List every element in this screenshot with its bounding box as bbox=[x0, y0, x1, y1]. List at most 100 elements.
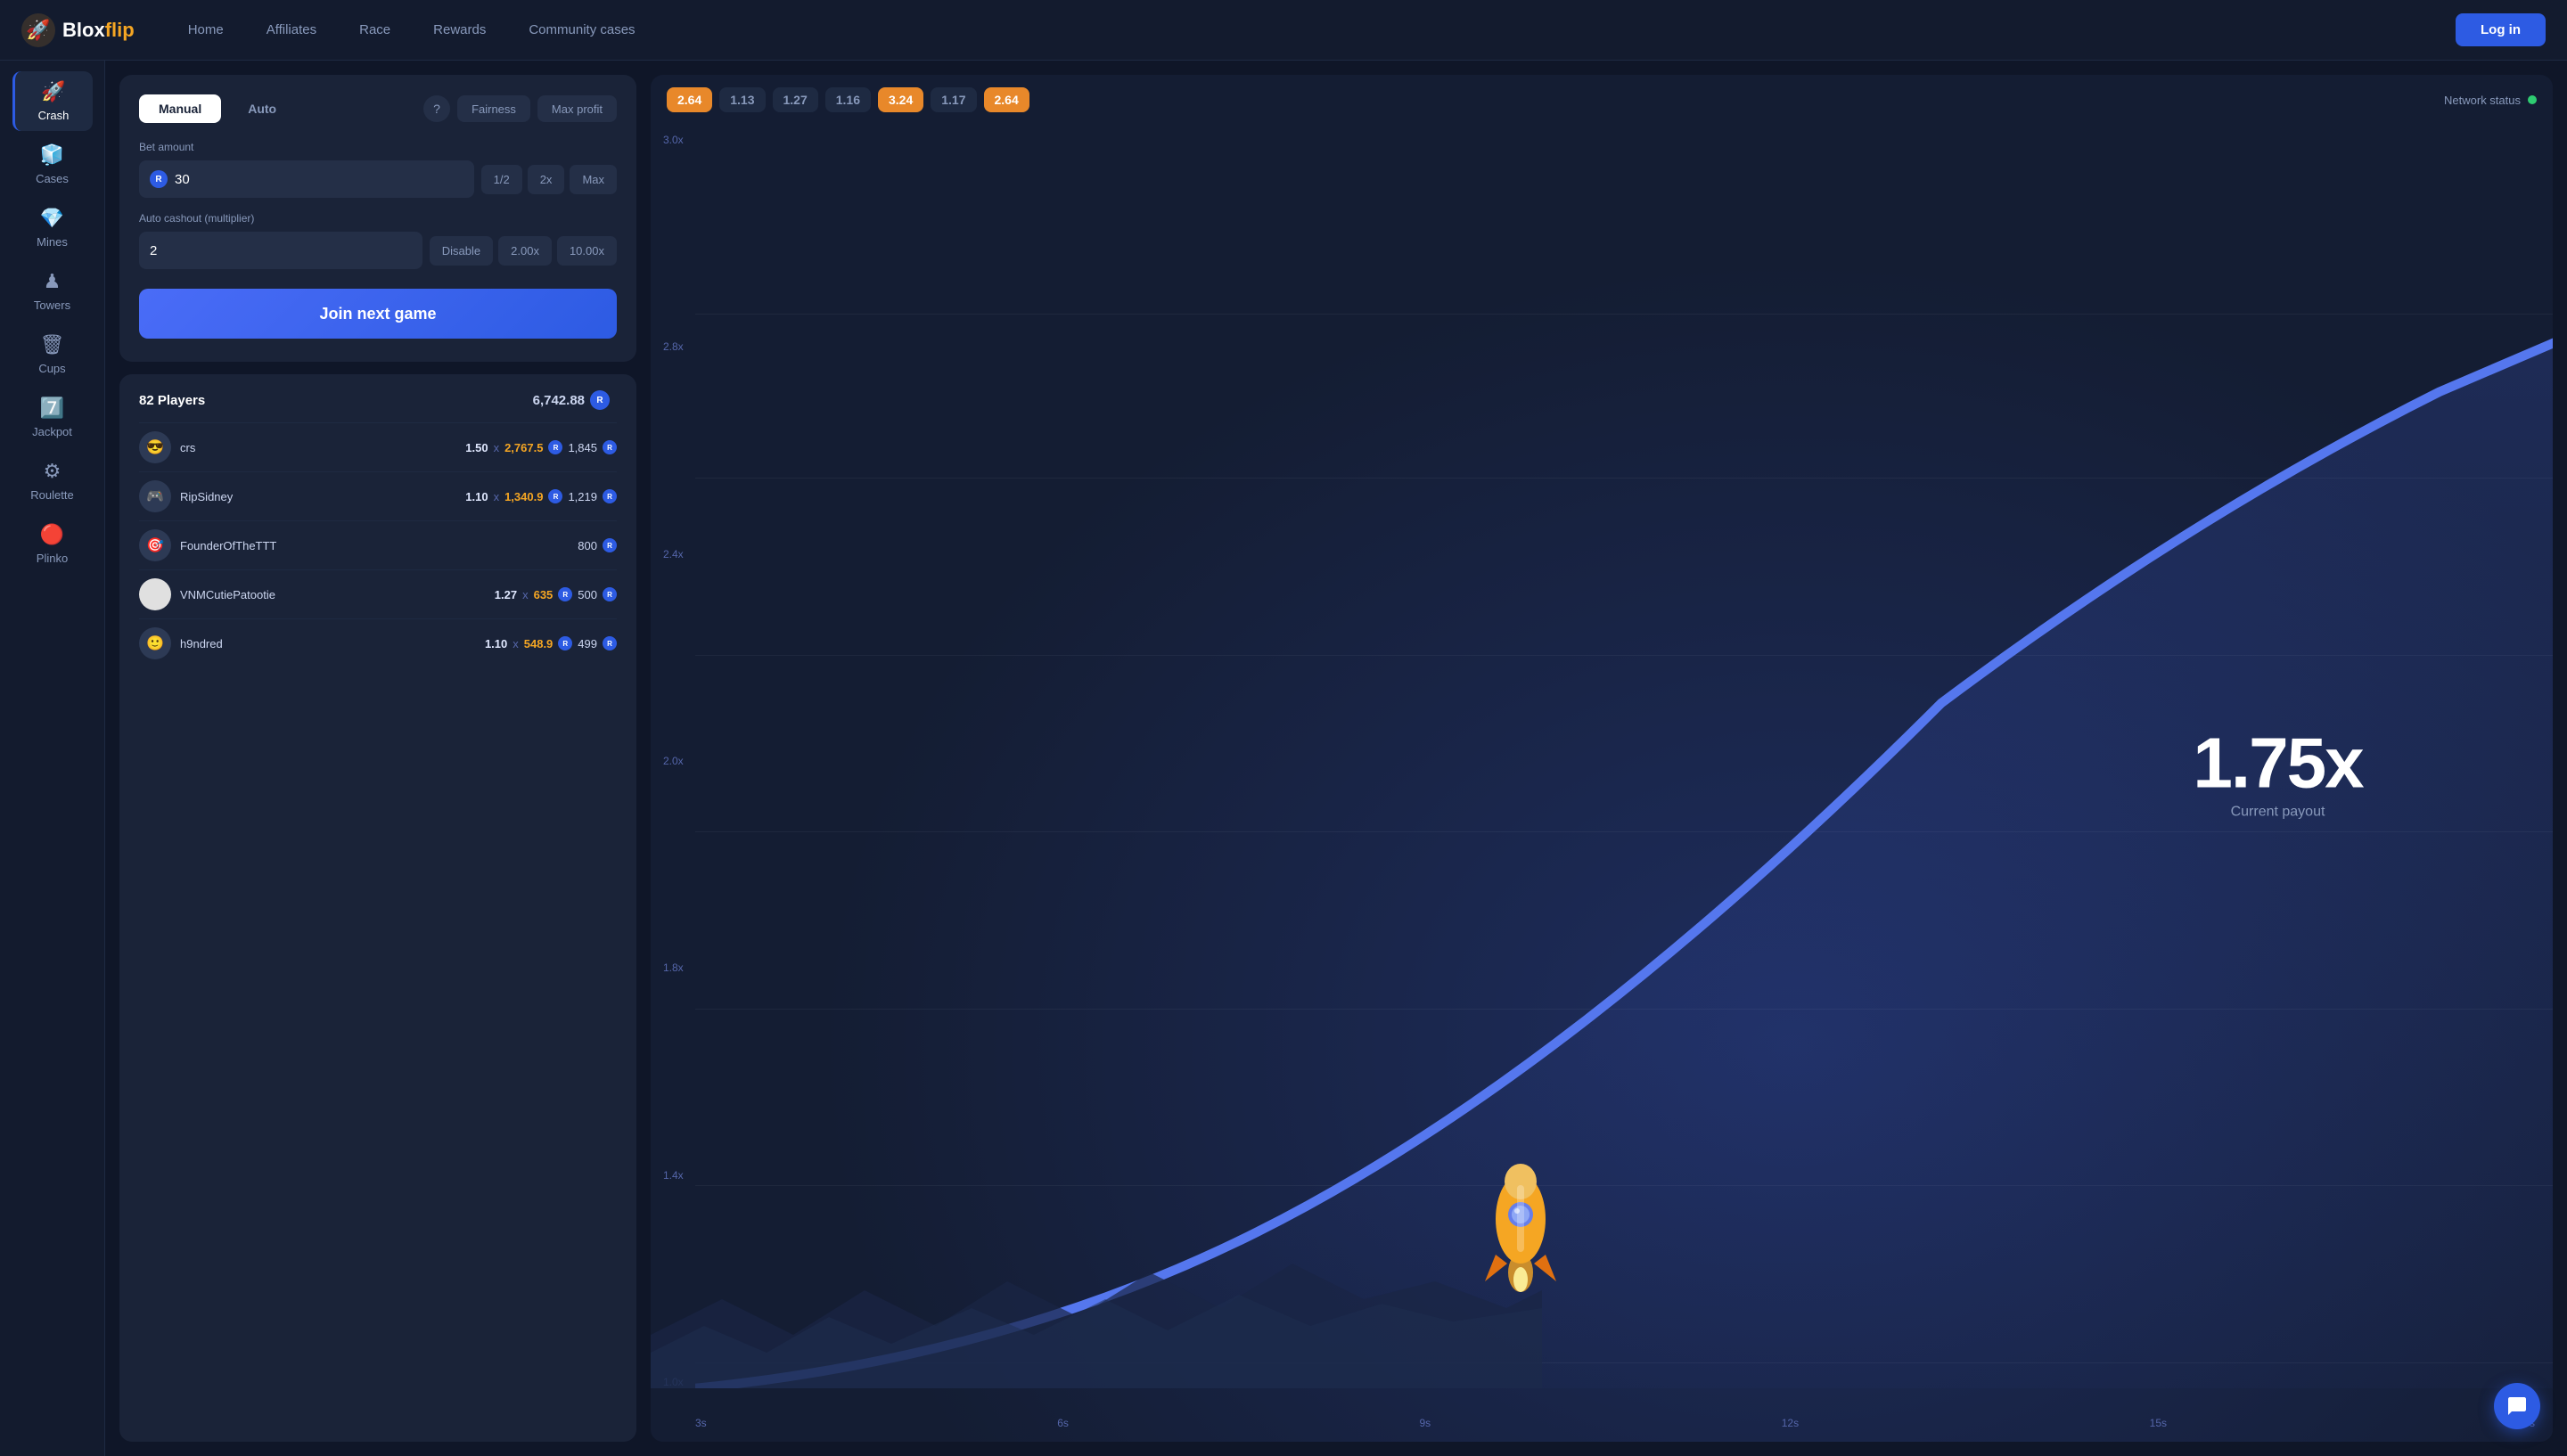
players-count: 82 Players bbox=[139, 393, 205, 408]
table-row: VNMCutiePatootie 1.27 x 635 R 500 R bbox=[139, 569, 617, 618]
nav-race[interactable]: Race bbox=[341, 15, 408, 45]
multiplier-history: 2.64 1.13 1.27 1.16 3.24 1.17 2.64 Netwo… bbox=[651, 75, 2553, 125]
x-label-1: 6s bbox=[1057, 1417, 1069, 1429]
robux-icon-small: R bbox=[603, 489, 617, 503]
x-label-0: 3s bbox=[695, 1417, 707, 1429]
bet-quick-buttons: 1/2 2x Max bbox=[481, 165, 617, 194]
bet-amount-label: Bet amount bbox=[139, 141, 617, 153]
rocket bbox=[1449, 1157, 1628, 1335]
nav-home[interactable]: Home bbox=[170, 15, 242, 45]
sidebar-item-cases[interactable]: 🧊 Cases bbox=[12, 135, 93, 194]
avatar: 😎 bbox=[139, 431, 171, 463]
payout-display: 1.75x Current payout bbox=[2193, 728, 2362, 821]
nav-links: Home Affiliates Race Rewards Community c… bbox=[170, 15, 2456, 45]
bet-tabs: Manual Auto ? Fairness Max profit bbox=[139, 94, 617, 123]
players-header: 82 Players 6,742.88 R bbox=[139, 390, 617, 410]
x-label-4: 15s bbox=[2150, 1417, 2167, 1429]
logo-icon: 🚀 bbox=[21, 13, 55, 47]
sidebar-item-towers[interactable]: ♟ Towers bbox=[12, 261, 93, 321]
mult-badge-3[interactable]: 1.16 bbox=[825, 87, 871, 112]
sidebar-item-plinko[interactable]: 🔴 Plinko bbox=[12, 514, 93, 574]
sidebar-item-jackpot[interactable]: 7️⃣ Jackpot bbox=[12, 388, 93, 447]
plinko-icon: 🔴 bbox=[40, 523, 64, 546]
bet-amount-input[interactable] bbox=[175, 172, 463, 187]
y-label-2: 2.4x bbox=[663, 548, 684, 560]
sidebar-label-roulette: Roulette bbox=[30, 488, 73, 502]
btn-disable[interactable]: Disable bbox=[430, 236, 493, 266]
btn-2x[interactable]: 2x bbox=[528, 165, 565, 194]
nav-rewards[interactable]: Rewards bbox=[415, 15, 504, 45]
cases-icon: 🧊 bbox=[40, 143, 64, 167]
cups-icon: 🗑 bbox=[40, 333, 65, 356]
table-row: 🙂 h9ndred 1.10 x 548.9 R 499 R bbox=[139, 618, 617, 667]
sidebar-label-jackpot: Jackpot bbox=[32, 425, 72, 438]
bet-panel: Manual Auto ? Fairness Max profit Bet am… bbox=[119, 75, 636, 362]
roulette-icon: ⚙ bbox=[44, 460, 62, 483]
player-name: VNMCutiePatootie bbox=[180, 588, 287, 601]
sidebar-item-mines[interactable]: 💎 Mines bbox=[12, 198, 93, 258]
sidebar: 🚀 Crash 🧊 Cases 💎 Mines ♟ Towers 🗑 Cups … bbox=[0, 61, 105, 1456]
robux-icon-small: R bbox=[558, 587, 572, 601]
current-payout-value: 1.75x bbox=[2193, 728, 2362, 799]
chart-area: 3.0x 2.8x 2.4x 2.0x 1.8x 1.4x 1.0x bbox=[651, 125, 2553, 1442]
avatar: 🎮 bbox=[139, 480, 171, 512]
player-name: FounderOfTheTTT bbox=[180, 539, 287, 552]
main-layout: 🚀 Crash 🧊 Cases 💎 Mines ♟ Towers 🗑 Cups … bbox=[0, 61, 2567, 1456]
mult-badge-4[interactable]: 3.24 bbox=[878, 87, 923, 112]
sidebar-label-cups: Cups bbox=[38, 362, 65, 375]
avatar bbox=[139, 578, 171, 610]
robux-icon-small: R bbox=[603, 636, 617, 650]
y-label-5: 1.4x bbox=[663, 1169, 684, 1182]
sidebar-label-cases: Cases bbox=[36, 172, 69, 185]
autocashout-input[interactable] bbox=[150, 243, 412, 258]
players-total: 6,742.88 R bbox=[533, 390, 617, 410]
robux-icon-small: R bbox=[603, 440, 617, 454]
robux-icon-small: R bbox=[548, 489, 562, 503]
fairness-button[interactable]: Fairness bbox=[457, 95, 530, 122]
sidebar-label-mines: Mines bbox=[37, 235, 68, 249]
bet-amount-row: R 1/2 2x Max bbox=[139, 160, 617, 198]
bet-input-wrapper: R bbox=[139, 160, 474, 198]
mult-badge-0[interactable]: 2.64 bbox=[667, 87, 712, 112]
avatar: 🎯 bbox=[139, 529, 171, 561]
player-stats: 1.10 x 1,340.9 R 1,219 R bbox=[465, 489, 617, 503]
left-panel: Manual Auto ? Fairness Max profit Bet am… bbox=[119, 75, 636, 1442]
network-status-label: Network status bbox=[2444, 94, 2521, 107]
mult-badge-2[interactable]: 1.27 bbox=[773, 87, 818, 112]
max-profit-button[interactable]: Max profit bbox=[537, 95, 617, 122]
nav-community-cases[interactable]: Community cases bbox=[511, 15, 652, 45]
y-label-1: 2.8x bbox=[663, 340, 684, 353]
robux-icon-total: R bbox=[590, 390, 610, 410]
nav-affiliates[interactable]: Affiliates bbox=[249, 15, 334, 45]
btn-1000x[interactable]: 10.00x bbox=[557, 236, 617, 266]
robux-icon-small: R bbox=[603, 587, 617, 601]
logo-text: Bloxflip bbox=[62, 19, 135, 42]
btn-half[interactable]: 1/2 bbox=[481, 165, 522, 194]
tab-manual[interactable]: Manual bbox=[139, 94, 221, 123]
table-row: 🎮 RipSidney 1.10 x 1,340.9 R 1,219 R bbox=[139, 471, 617, 520]
login-button[interactable]: Log in bbox=[2456, 13, 2546, 46]
logo[interactable]: 🚀 Bloxflip bbox=[21, 13, 135, 47]
tab-auto[interactable]: Auto bbox=[228, 94, 296, 123]
chat-icon bbox=[2506, 1395, 2528, 1417]
chat-button[interactable] bbox=[2494, 1383, 2540, 1429]
sidebar-item-crash[interactable]: 🚀 Crash bbox=[12, 71, 93, 131]
join-next-game-button[interactable]: Join next game bbox=[139, 289, 617, 339]
table-row: 😎 crs 1.50 x 2,767.5 R 1,845 R bbox=[139, 422, 617, 471]
robux-icon-bet: R bbox=[150, 170, 168, 188]
player-stats: 1.50 x 2,767.5 R 1,845 R bbox=[465, 440, 617, 454]
sidebar-item-cups[interactable]: 🗑 Cups bbox=[12, 324, 93, 384]
mult-badge-6[interactable]: 2.64 bbox=[984, 87, 1029, 112]
mult-badge-1[interactable]: 1.13 bbox=[719, 87, 765, 112]
navbar: 🚀 Bloxflip Home Affiliates Race Rewards … bbox=[0, 0, 2567, 61]
mult-badge-5[interactable]: 1.17 bbox=[931, 87, 976, 112]
sidebar-item-roulette[interactable]: ⚙ Roulette bbox=[12, 451, 93, 511]
crash-icon: 🚀 bbox=[41, 80, 65, 103]
btn-max[interactable]: Max bbox=[570, 165, 617, 194]
avatar: 🙂 bbox=[139, 627, 171, 659]
current-payout-label: Current payout bbox=[2193, 805, 2362, 821]
players-panel: 82 Players 6,742.88 R 😎 crs 1.50 x 2,767… bbox=[119, 374, 636, 1442]
status-dot bbox=[2528, 95, 2537, 104]
btn-200x[interactable]: 2.00x bbox=[498, 236, 552, 266]
help-button[interactable]: ? bbox=[423, 95, 450, 122]
